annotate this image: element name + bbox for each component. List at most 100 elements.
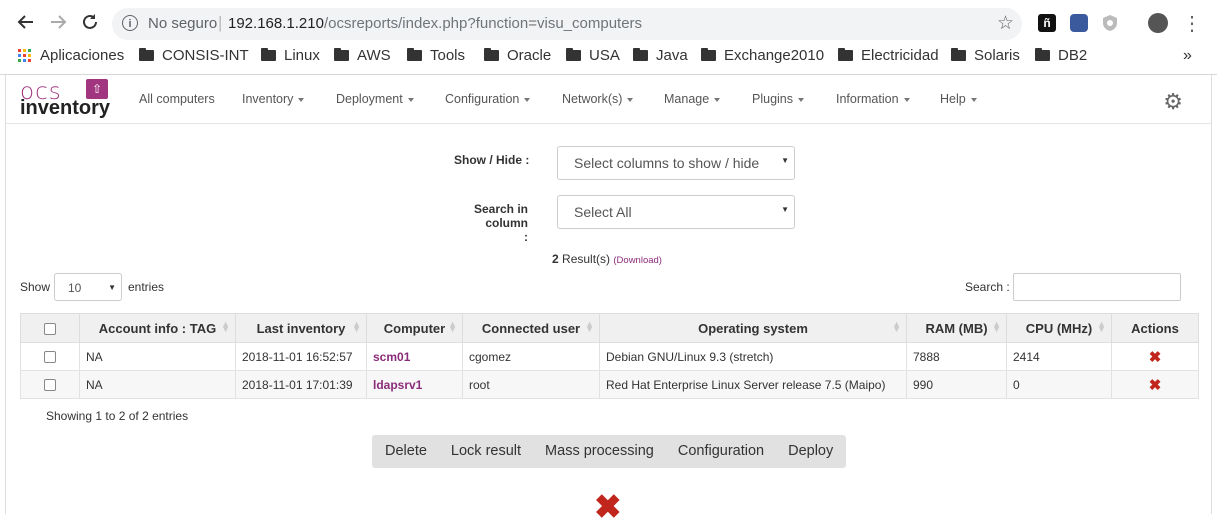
menu-deployment[interactable]: Deployment: [336, 92, 414, 106]
bookmarks-bar: Aplicaciones CONSIS-INT Linux AWS Tools …: [0, 46, 1217, 75]
bookmark-folder[interactable]: Electricidad: [838, 47, 939, 64]
bookmark-folder[interactable]: USA: [566, 47, 620, 64]
lock-result-button[interactable]: Lock result: [439, 435, 533, 468]
show-label: Show: [20, 280, 51, 294]
menu-manage[interactable]: Manage: [664, 92, 721, 106]
cell-tag: NA: [79, 342, 236, 371]
menu-configuration[interactable]: Configuration: [445, 92, 531, 106]
folder-icon: [1035, 48, 1050, 61]
col-computer[interactable]: Computer ▲ ▼: [366, 313, 463, 343]
extension-n-icon[interactable]: ñ: [1038, 14, 1056, 32]
ocs-logo[interactable]: ocs ⇧ inventory: [20, 79, 110, 119]
cell-last-inventory: 2018-11-01 17:01:39: [235, 370, 367, 399]
sort-icon: ▲ ▼: [221, 319, 230, 334]
table-row: NA 2018-11-01 17:01:39 ldapsrv1 root Red…: [20, 370, 1199, 399]
mass-action-buttons: Delete Lock result Mass processing Confi…: [372, 435, 847, 468]
table-search-input[interactable]: [1013, 273, 1181, 301]
bookmark-folder[interactable]: DB2: [1035, 47, 1087, 64]
bookmark-folder[interactable]: Linux: [261, 47, 320, 64]
col-cpu[interactable]: CPU (MHz) ▲ ▼: [1006, 313, 1112, 343]
menu-help[interactable]: Help: [940, 92, 977, 106]
col-ram[interactable]: RAM (MB) ▲ ▼: [906, 313, 1007, 343]
url-text[interactable]: 192.168.1.210/ocsreports/index.php?funct…: [228, 15, 642, 32]
search-column-select[interactable]: Select All ▼: [557, 195, 795, 229]
caret-down-icon: [524, 97, 531, 102]
security-status: No seguro: [148, 15, 218, 32]
columns-select[interactable]: Select columns to show / hide ▼: [557, 146, 795, 180]
extension-blue-icon[interactable]: [1070, 14, 1088, 32]
search-column-label: Search in column:: [473, 202, 528, 244]
upload-arrow-icon: ⇧: [86, 79, 108, 99]
dropdown-arrow-icon: ▼: [108, 283, 116, 292]
forward-arrow-icon[interactable]: [46, 12, 70, 36]
address-bar[interactable]: i No seguro | 192.168.1.210/ocsreports/i…: [112, 8, 1022, 40]
folder-icon: [951, 48, 966, 61]
bookmark-folder[interactable]: Tools: [407, 47, 465, 64]
extension-shield-icon[interactable]: [1101, 14, 1119, 32]
col-connected-user[interactable]: Connected user ▲ ▼: [462, 313, 600, 343]
caret-down-icon: [714, 97, 721, 102]
col-last-inventory[interactable]: Last inventory ▲ ▼: [235, 313, 367, 343]
sort-icon: ▲ ▼: [892, 319, 901, 334]
select-all-checkbox[interactable]: [44, 323, 56, 336]
reload-icon[interactable]: [78, 12, 102, 36]
search-label: Search :: [965, 280, 1010, 294]
bookmark-folder[interactable]: Exchange2010: [701, 47, 824, 64]
computer-link[interactable]: scm01: [366, 342, 463, 371]
table-row: NA 2018-11-01 16:52:57 scm01 cgomez Debi…: [20, 342, 1199, 371]
delete-x-icon[interactable]: ✖: [1149, 349, 1162, 366]
download-link[interactable]: (Download): [613, 255, 662, 266]
back-arrow-icon[interactable]: [14, 12, 38, 36]
cell-ram: 7888: [906, 342, 1007, 371]
delete-button[interactable]: Delete: [373, 435, 439, 468]
cell-cpu: 2414: [1006, 342, 1112, 371]
delete-x-icon[interactable]: ✖: [1149, 377, 1162, 394]
entries-per-page-select[interactable]: 10 ▼: [54, 273, 122, 301]
bookmark-folder[interactable]: AWS: [334, 47, 391, 64]
col-operating-system[interactable]: Operating system ▲ ▼: [599, 313, 907, 343]
bookmark-folder[interactable]: CONSIS-INT: [139, 47, 249, 64]
browser-toolbar: i No seguro | 192.168.1.210/ocsreports/i…: [0, 0, 1217, 46]
cell-actions: ✖: [1111, 370, 1199, 399]
col-account-tag[interactable]: Account info : TAG ▲ ▼: [79, 313, 236, 343]
cell-cpu: 0: [1006, 370, 1112, 399]
apps-grid-icon: [18, 49, 31, 62]
menu-networks[interactable]: Network(s): [562, 92, 634, 106]
sort-icon: ▲ ▼: [1097, 319, 1106, 334]
folder-icon: [701, 48, 716, 61]
menu-all-computers[interactable]: All computers: [139, 92, 215, 106]
browser-menu-icon[interactable]: ⋮: [1180, 12, 1204, 36]
menu-information[interactable]: Information: [836, 92, 910, 106]
profile-avatar[interactable]: [1148, 13, 1168, 33]
bookmark-folder[interactable]: Java: [633, 47, 688, 64]
menu-plugins[interactable]: Plugins: [752, 92, 804, 106]
row-checkbox-cell: [20, 342, 80, 371]
folder-icon: [838, 48, 853, 61]
caret-down-icon: [407, 97, 414, 102]
caret-down-icon: [970, 97, 977, 102]
folder-icon: [261, 48, 276, 61]
row-checkbox[interactable]: [44, 351, 56, 364]
sort-icon: ▲ ▼: [585, 319, 594, 334]
menu-inventory[interactable]: Inventory: [242, 92, 305, 106]
table-header-row: Account info : TAG ▲ ▼ Last inventory ▲ ▼ Co…: [20, 313, 1199, 343]
computer-link[interactable]: ldapsrv1: [366, 370, 463, 399]
bookmark-apps[interactable]: Aplicaciones: [18, 47, 124, 64]
folder-icon: [633, 48, 648, 61]
configuration-button[interactable]: Configuration: [666, 435, 776, 468]
folder-icon: [407, 48, 422, 61]
ocs-page: ocs ⇧ inventory All computers Inventory …: [5, 75, 1212, 525]
caret-down-icon: [798, 97, 804, 102]
bookmarks-overflow[interactable]: »: [1183, 47, 1192, 65]
folder-icon: [334, 48, 349, 61]
bookmark-star-icon[interactable]: ☆: [997, 12, 1014, 35]
select-all-header: [20, 313, 80, 343]
row-checkbox[interactable]: [44, 379, 56, 392]
delete-selected-x-icon[interactable]: ✖: [594, 487, 622, 526]
bookmark-folder[interactable]: Oracle: [484, 47, 551, 64]
info-icon[interactable]: i: [122, 15, 138, 31]
deploy-button[interactable]: Deploy: [776, 435, 845, 468]
gear-icon[interactable]: ⚙: [1163, 89, 1183, 115]
bookmark-folder[interactable]: Solaris: [951, 47, 1020, 64]
mass-processing-button[interactable]: Mass processing: [533, 435, 666, 468]
